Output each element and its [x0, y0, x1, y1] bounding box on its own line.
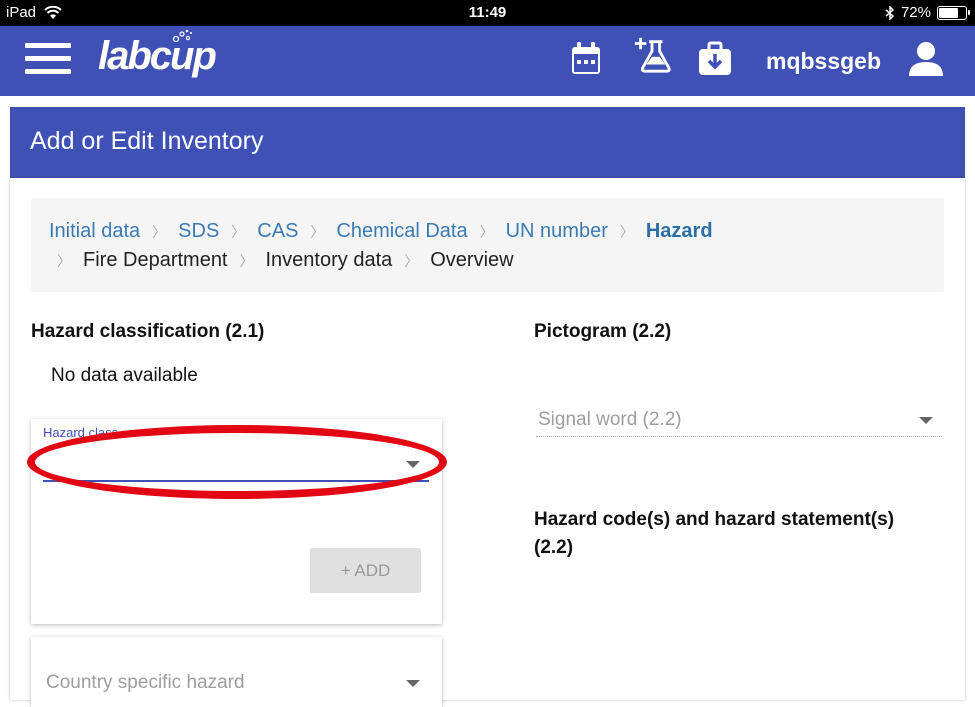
logo-bubbles-icon [172, 29, 192, 43]
breadcrumb-inventory-data[interactable]: Inventory data [266, 246, 393, 274]
hazard-codes-title: Hazard code(s) and hazard statement(s) (… [534, 506, 894, 562]
user-icon[interactable] [906, 40, 946, 78]
battery-icon [937, 5, 970, 20]
signal-word-underline [536, 436, 942, 437]
no-data-text: No data available [51, 365, 198, 386]
hazard-class-select[interactable] [43, 444, 429, 480]
signal-word-select[interactable]: Signal word (2.2) [538, 409, 682, 431]
breadcrumb-chemical-data[interactable]: Chemical Data [336, 217, 467, 245]
page-title: Add or Edit Inventory [10, 107, 965, 178]
add-flask-icon[interactable] [632, 36, 672, 74]
breadcrumb-overview[interactable]: Overview [430, 246, 513, 274]
add-hazard-button[interactable]: + ADD [310, 548, 421, 593]
chevron-down-icon[interactable] [919, 417, 933, 424]
breadcrumb-un-number[interactable]: UN number [506, 217, 608, 245]
status-time: 11:49 [468, 4, 507, 21]
breadcrumb-separator-icon: 〉 [152, 224, 167, 240]
breadcrumb-hazard[interactable]: Hazard [646, 217, 713, 245]
hazard-class-underline [43, 480, 429, 482]
labcup-logo[interactable]: labcup [98, 29, 217, 79]
breadcrumb-separator-icon: 〉 [310, 224, 325, 240]
breadcrumb-separator-icon: 〉 [57, 253, 71, 269]
hazard-classification-title: Hazard classification (2.1) [31, 321, 265, 342]
breadcrumb-initial-data[interactable]: Initial data [49, 217, 140, 245]
bluetooth-icon [885, 5, 895, 20]
hazard-class-label: Hazard class [43, 425, 119, 440]
medkit-download-icon[interactable] [697, 40, 733, 78]
logo-text: labcup [98, 34, 217, 78]
breadcrumb: Initial data 〉 SDS 〉 CAS 〉 Chemical Data 〉 UN nu… [31, 198, 944, 292]
breadcrumb-separator-icon: 〉 [404, 253, 419, 269]
breadcrumb-separator-icon: 〉 [231, 224, 246, 240]
calendar-icon[interactable] [568, 40, 604, 78]
breadcrumb-separator-icon: 〉 [619, 224, 634, 240]
breadcrumb-fire-department[interactable]: Fire Department [83, 246, 228, 274]
breadcrumb-separator-icon: 〉 [239, 253, 254, 269]
battery-fill [939, 7, 958, 18]
breadcrumb-sds[interactable]: SDS [178, 217, 219, 245]
hazard-codes-title-line1: Hazard code(s) and hazard statement(s) [534, 509, 895, 530]
app-bar: labcup mqbssgeb [0, 26, 975, 96]
pictogram-title: Pictogram (2.2) [534, 321, 672, 342]
menu-icon[interactable] [25, 43, 71, 75]
username[interactable]: mqbssgeb [766, 48, 881, 75]
hazard-codes-title-line2: (2.2) [534, 537, 574, 558]
status-right: 72% [885, 4, 970, 21]
status-bar: iPad 11:49 72% [0, 0, 975, 26]
battery-percent: 72% [900, 4, 931, 21]
country-hazard-select[interactable]: Country specific hazard [46, 672, 245, 694]
chevron-down-icon[interactable] [406, 461, 420, 468]
breadcrumb-separator-icon: 〉 [479, 224, 494, 240]
chevron-down-icon[interactable] [406, 680, 420, 687]
page-title-text: Add or Edit Inventory [30, 127, 264, 155]
breadcrumb-cas[interactable]: CAS [257, 217, 298, 245]
